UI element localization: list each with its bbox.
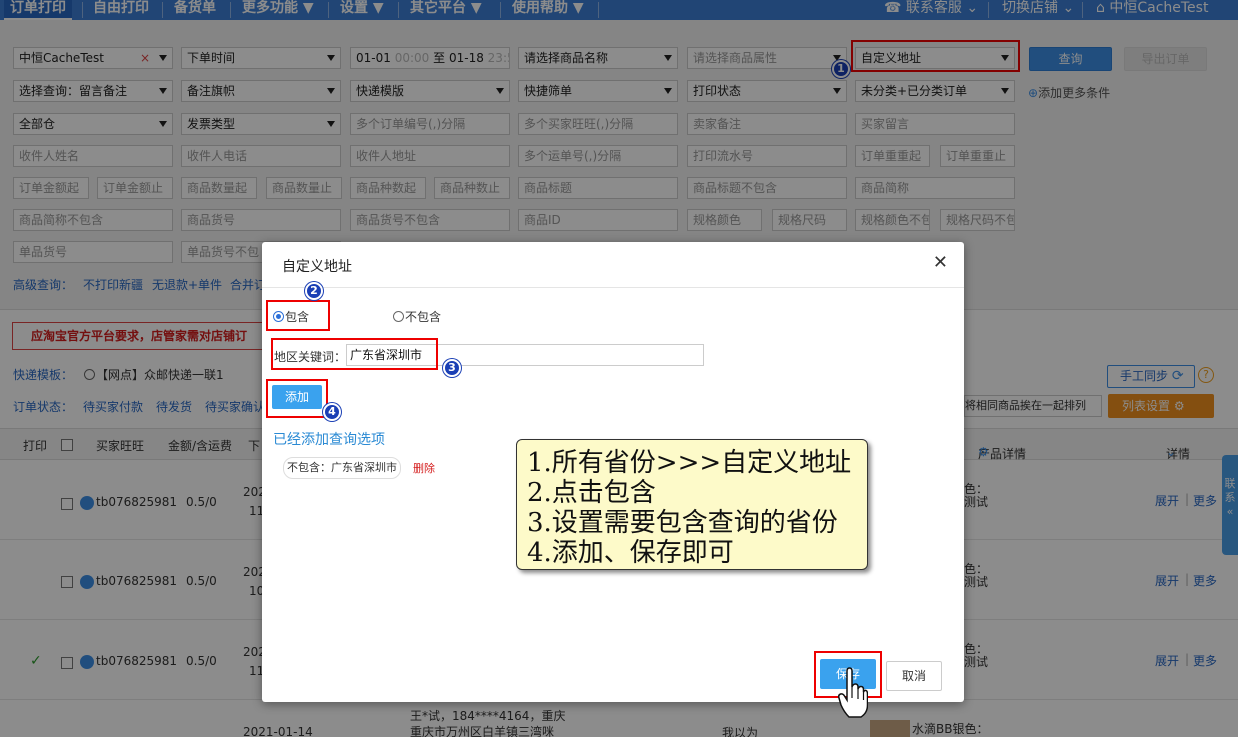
added-options-title: 已经添加查询选项: [273, 432, 385, 448]
highlight-step-3: [271, 338, 438, 370]
instruction-callout: 1.所有省份>>>自定义地址 2.点击包含 3.设置需要包含查询的省份 4.添加…: [516, 439, 868, 570]
cancel-button[interactable]: 取消: [886, 661, 942, 691]
radio-icon: [393, 311, 404, 322]
exclude-label: 不包含: [405, 310, 442, 324]
instruction-line: 1.所有省份>>>自定义地址: [527, 448, 852, 478]
dialog-title: 自定义地址: [282, 259, 352, 275]
added-option-tag: 不包含：广东省深圳市: [283, 457, 401, 479]
step-badge-4: 4: [323, 403, 341, 421]
hand-cursor-icon: [838, 667, 868, 718]
highlight-step-2: [266, 300, 330, 331]
instruction-line: 4.添加、保存即可: [527, 538, 734, 568]
instruction-line: 2.点击包含: [527, 478, 656, 508]
dialog-divider: [262, 287, 964, 288]
exclude-radio[interactable]: 不包含: [393, 308, 441, 325]
instruction-line: 3.设置需要包含查询的省份: [527, 508, 838, 538]
delete-option-link[interactable]: 删除: [413, 460, 435, 476]
highlight-step-4: [266, 379, 328, 418]
close-icon[interactable]: ✕: [933, 252, 948, 273]
step-badge-2: 2: [305, 282, 323, 300]
step-badge-3: 3: [443, 359, 461, 377]
